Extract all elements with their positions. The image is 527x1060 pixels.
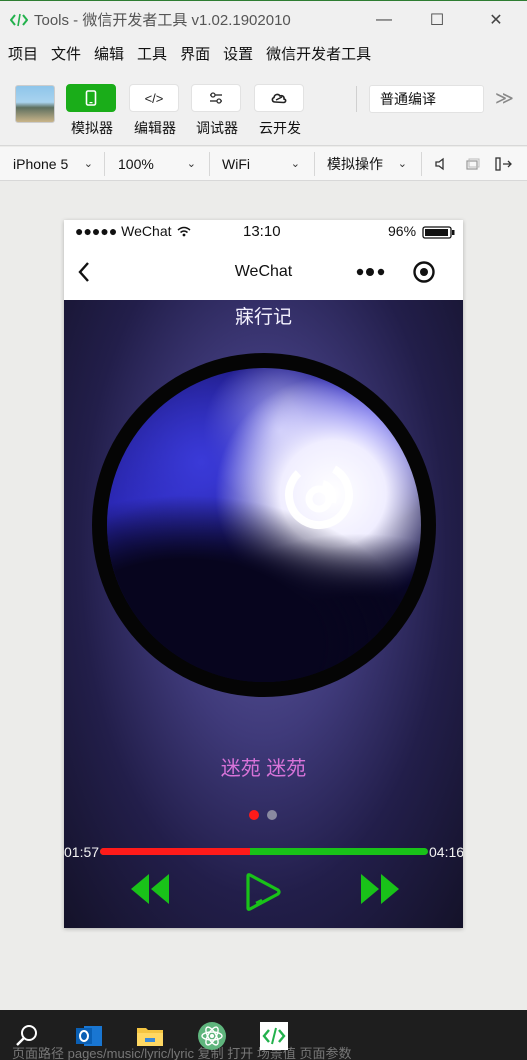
device-bar-divider <box>209 152 210 176</box>
close-button[interactable]: ✕ <box>476 5 516 35</box>
simulate-action-select[interactable]: 模拟操作 ⌄ <box>327 147 407 181</box>
cloud-label: 云开发 <box>259 120 301 136</box>
editor-label: 编辑器 <box>134 120 176 136</box>
file-explorer-icon[interactable] <box>134 1020 166 1052</box>
device-bar-divider <box>421 152 422 176</box>
album-cover-art <box>107 368 421 682</box>
simulate-action-value: 模拟操作 <box>327 156 383 172</box>
outlook-icon[interactable] <box>74 1020 106 1052</box>
device-bar: iPhone 5 ⌄ 100% ⌄ WiFi ⌄ 模拟操作 ⌄ <box>0 147 527 181</box>
rewind-icon[interactable] <box>128 872 172 906</box>
page-dot-active[interactable] <box>249 810 259 820</box>
user-avatar[interactable] <box>15 85 55 123</box>
editor-button[interactable]: </> <box>129 84 179 112</box>
debugger-tool[interactable]: 调试器 <box>191 84 243 146</box>
network-value: WiFi <box>222 156 250 172</box>
zoom-select[interactable]: 100% ⌄ <box>118 147 196 181</box>
zoom-value: 100% <box>118 156 154 172</box>
window-titlebar: Tools - 微信开发者工具 v1.02.1902010 — ☐ ✕ <box>0 0 527 38</box>
capsule-menu <box>356 256 452 288</box>
crowd-silhouette <box>107 493 421 682</box>
sliders-icon <box>210 92 222 104</box>
simulator-screen[interactable]: ●●●●● WeChat 13:10 96% WeChat 寐行记 迷苑 迷苑 … <box>64 220 463 928</box>
total-time: 04:16 <box>429 844 463 860</box>
device-value: iPhone 5 <box>13 156 69 172</box>
search-icon[interactable] <box>12 1020 44 1052</box>
editor-tool[interactable]: </> 编辑器 <box>129 84 181 146</box>
phone-icon <box>85 90 97 106</box>
simulator-button[interactable] <box>66 84 116 112</box>
devtools-app-icon <box>10 11 28 29</box>
artist-name: 迷苑 迷苑 <box>220 758 307 780</box>
maximize-button[interactable]: ☐ <box>417 5 457 35</box>
clock: 13:10 <box>243 223 281 240</box>
battery-icon <box>422 226 455 239</box>
menu-project[interactable]: 项目 <box>8 43 38 64</box>
network-select[interactable]: WiFi ⌄ <box>222 147 300 181</box>
chevron-down-icon: ⌄ <box>186 158 196 170</box>
page-dot[interactable] <box>267 810 277 820</box>
windows-taskbar: 页面路径 pages/music/lyric/lyric 复制 打开 场景值 页… <box>0 1010 527 1060</box>
chevron-down-icon: ⌄ <box>397 158 407 170</box>
cloud-icon <box>271 93 287 104</box>
chevron-down-icon: ⌄ <box>83 158 93 170</box>
more-icon[interactable]: ≫ <box>495 88 514 109</box>
player-content: 寐行记 迷苑 迷苑 01:57 04:16 <box>64 300 463 928</box>
fast-forward-icon[interactable] <box>358 872 402 906</box>
menu-bar: 项目 文件 编辑 工具 界面 设置 微信开发者工具 <box>0 38 527 68</box>
battery-percent: 96% <box>388 223 417 239</box>
netease-music-logo-icon <box>285 461 353 529</box>
phone-nav-bar: WeChat <box>64 244 463 300</box>
window-title: Tools - 微信开发者工具 v1.02.1902010 <box>34 12 291 29</box>
detach-icon[interactable] <box>495 147 513 181</box>
cloud-tool[interactable]: 云开发 <box>254 84 306 146</box>
progress-slider[interactable] <box>100 848 428 855</box>
album-disc[interactable] <box>92 353 436 697</box>
menu-file[interactable]: 文件 <box>51 43 81 64</box>
volume-icon[interactable] <box>434 147 446 181</box>
play-icon[interactable] <box>244 870 284 914</box>
wifi-icon <box>177 226 191 237</box>
cloud-button[interactable] <box>254 84 304 112</box>
menu-edit[interactable]: 编辑 <box>94 43 124 64</box>
debugger-button[interactable] <box>191 84 241 112</box>
menu-tools[interactable]: 工具 <box>137 43 167 64</box>
current-time: 01:57 <box>64 844 100 860</box>
chevron-down-icon: ⌄ <box>290 158 300 170</box>
page-indicator <box>249 810 279 822</box>
debugger-label: 调试器 <box>196 120 238 136</box>
compile-mode-select[interactable]: 普通编译 <box>369 85 484 113</box>
code-icon: </> <box>144 90 164 106</box>
minimize-button[interactable]: — <box>364 5 404 35</box>
device-bar-divider <box>314 152 315 176</box>
song-title: 寐行记 <box>234 307 292 328</box>
phone-status-bar: ●●●●● WeChat 13:10 96% <box>64 220 463 244</box>
atom-icon[interactable] <box>196 1020 228 1052</box>
device-select[interactable]: iPhone 5 ⌄ <box>13 147 93 181</box>
window-icon[interactable] <box>466 147 480 181</box>
toolbar-divider <box>356 86 357 112</box>
device-bar-divider <box>104 152 105 176</box>
menu-wechat-devtools[interactable]: 微信开发者工具 <box>266 43 371 64</box>
more-dots-icon[interactable] <box>356 267 386 277</box>
close-mini-program-icon[interactable] <box>412 260 436 284</box>
progress-played <box>100 848 250 855</box>
menu-view[interactable]: 界面 <box>180 43 210 64</box>
simulator-label: 模拟器 <box>71 120 113 136</box>
simulator-tool[interactable]: 模拟器 <box>66 84 118 146</box>
carrier-label: ●●●●● WeChat <box>75 223 172 239</box>
toolbar: 模拟器 </> 编辑器 调试器 云开发 普通编译 ≫ <box>0 68 527 146</box>
wechat-devtools-icon[interactable] <box>258 1020 290 1052</box>
menu-settings[interactable]: 设置 <box>223 43 253 64</box>
